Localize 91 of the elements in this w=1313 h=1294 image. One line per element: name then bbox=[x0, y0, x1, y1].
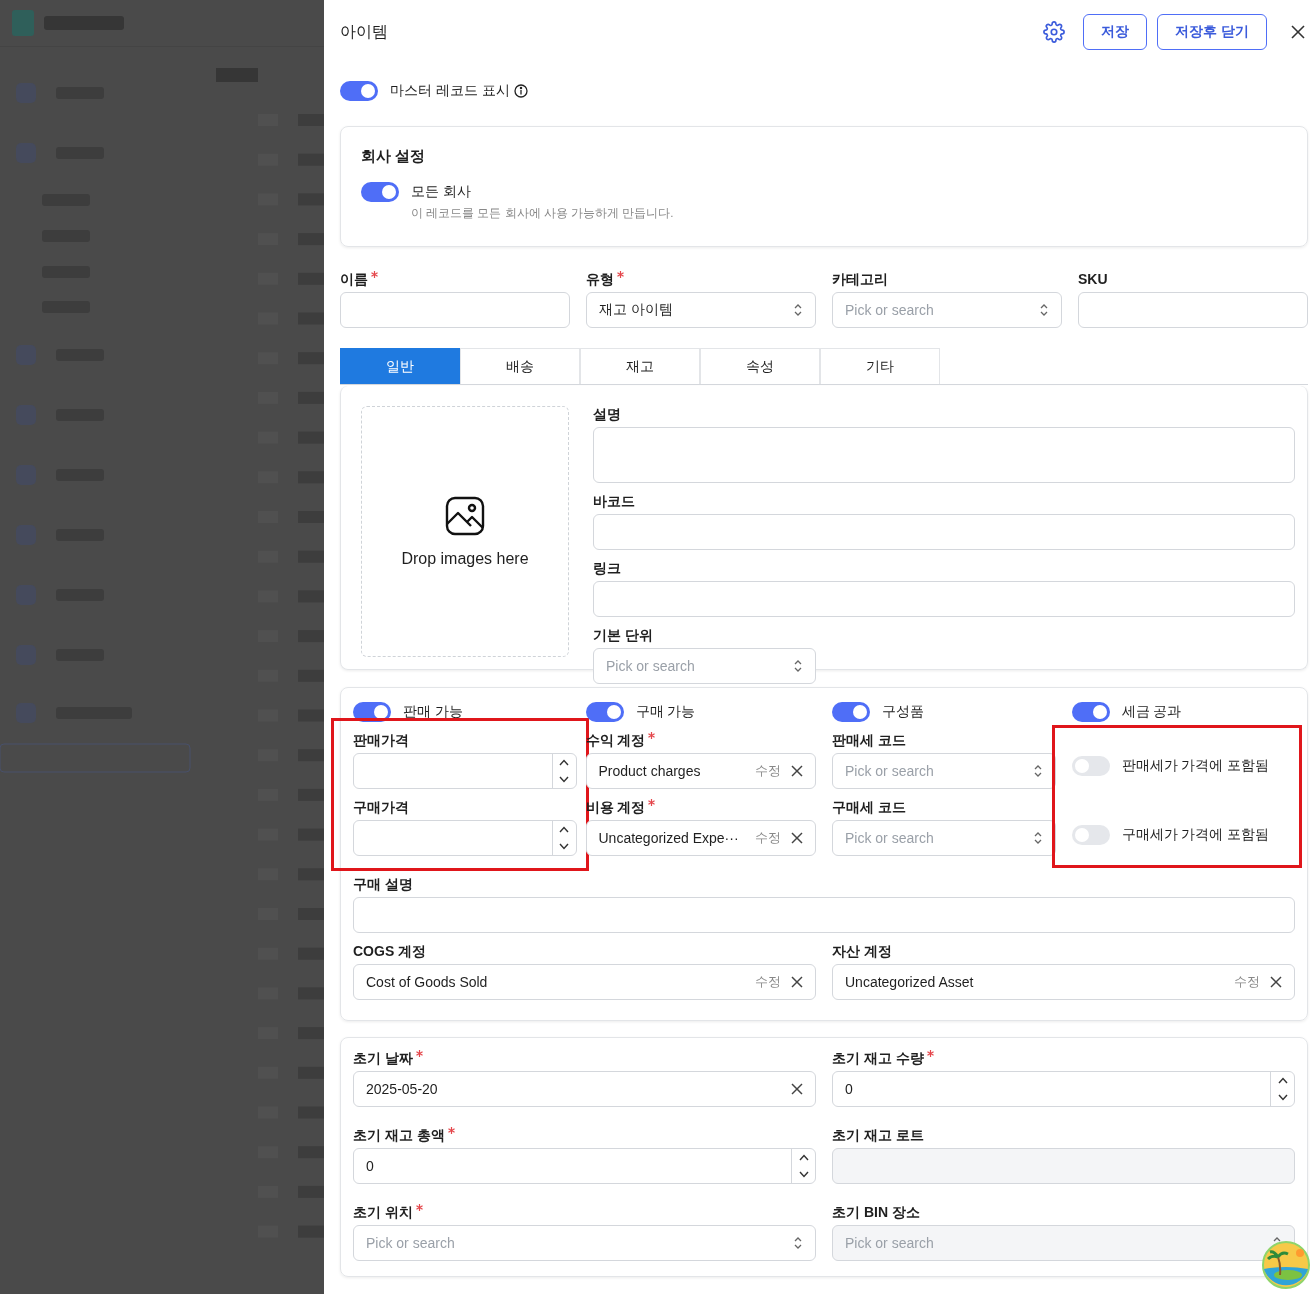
field-label: 기본 단위 bbox=[593, 627, 653, 645]
field-label: 초기 재고 총액 bbox=[353, 1127, 445, 1145]
account-field[interactable]: Uncategorized Asset 수정 bbox=[832, 964, 1295, 1000]
toggle-switch[interactable] bbox=[1071, 824, 1110, 845]
image-dropzone[interactable]: Drop images here bbox=[361, 406, 569, 657]
help-text: 이 레코드를 모든 회사에 사용 가능하게 만듭니다. bbox=[411, 206, 675, 221]
number-field[interactable]: 0 bbox=[832, 1071, 1295, 1107]
field-label: 설명 bbox=[593, 406, 621, 424]
tab[interactable]: 재고 bbox=[580, 348, 700, 384]
number-field[interactable] bbox=[353, 820, 577, 856]
toggle-label: 마스터 레코드 표시 bbox=[390, 82, 510, 100]
section-title: 회사 설정 bbox=[361, 147, 427, 166]
tab[interactable]: 속성 bbox=[700, 348, 820, 384]
edit-link[interactable]: 수정 bbox=[755, 829, 781, 847]
account-field[interactable]: Uncategorized Expe··· 수정 bbox=[585, 820, 816, 856]
edit-link[interactable]: 수정 bbox=[755, 973, 781, 991]
toggle-label: 판매세가 가격에 포함됨 bbox=[1121, 756, 1270, 775]
clear-icon[interactable] bbox=[791, 832, 803, 844]
text-field[interactable] bbox=[593, 514, 1295, 550]
field-label: 바코드 bbox=[593, 493, 635, 511]
tab[interactable]: 일반 bbox=[340, 348, 460, 384]
edit-link[interactable]: 수정 bbox=[755, 762, 781, 780]
toggle-switch[interactable] bbox=[832, 702, 870, 722]
edit-link[interactable]: 수정 bbox=[1234, 973, 1260, 991]
image-icon bbox=[445, 495, 485, 536]
close-icon[interactable] bbox=[1291, 25, 1305, 39]
updown-chevron-icon bbox=[1032, 764, 1043, 778]
number-field[interactable]: 0 bbox=[353, 1148, 816, 1184]
field-label: 판매세 코드 bbox=[832, 732, 906, 750]
clear-icon[interactable] bbox=[791, 976, 803, 988]
toggle-switch[interactable] bbox=[1071, 702, 1110, 722]
chevron-up-icon[interactable] bbox=[559, 826, 569, 833]
toggle-label: 구매세가 가격에 포함됨 bbox=[1121, 825, 1270, 844]
field-label: 초기 재고 로트 bbox=[832, 1127, 924, 1145]
text-field[interactable] bbox=[1078, 292, 1308, 328]
field-label: 초기 위치 bbox=[353, 1204, 413, 1222]
info-icon[interactable] bbox=[513, 84, 528, 98]
chevron-down-icon[interactable] bbox=[559, 843, 569, 850]
toggle-label: 판매 가능 bbox=[403, 703, 463, 721]
updown-chevron-icon bbox=[1032, 831, 1043, 845]
field-label: 구매 설명 bbox=[353, 876, 413, 894]
account-field[interactable]: Product charges 수정 bbox=[585, 753, 816, 789]
chevron-up-icon[interactable] bbox=[798, 1154, 809, 1161]
field-label: 유형 bbox=[586, 271, 614, 289]
text-field[interactable] bbox=[593, 581, 1295, 617]
toggle-switch[interactable] bbox=[340, 81, 378, 101]
tab[interactable]: 배송 bbox=[460, 348, 580, 384]
chevron-up-icon[interactable] bbox=[559, 759, 569, 766]
number-field[interactable] bbox=[353, 753, 577, 789]
updown-chevron-icon bbox=[793, 303, 803, 317]
chevron-down-icon[interactable] bbox=[1277, 1094, 1288, 1101]
chevron-down-icon[interactable] bbox=[798, 1171, 809, 1178]
updown-chevron-icon bbox=[1039, 303, 1049, 317]
dropzone-text: Drop images here bbox=[401, 549, 529, 568]
text-field[interactable] bbox=[353, 897, 1295, 933]
field-label: 초기 BIN 장소 bbox=[832, 1204, 920, 1222]
field-label: 구매가격 bbox=[353, 799, 409, 817]
toggle-label: 모든 회사 bbox=[411, 183, 471, 201]
chevron-up-icon[interactable] bbox=[1277, 1077, 1288, 1084]
clear-icon[interactable] bbox=[1270, 976, 1282, 988]
select-field[interactable]: 재고 아이템 bbox=[586, 292, 816, 328]
chevron-down-icon[interactable] bbox=[559, 776, 569, 783]
field-label: 판매가격 bbox=[353, 732, 409, 750]
toggle-label: 구성품 bbox=[882, 703, 924, 721]
updown-chevron-icon bbox=[793, 1236, 803, 1250]
toggle-switch[interactable] bbox=[1071, 755, 1110, 776]
clear-icon[interactable] bbox=[791, 765, 803, 777]
panel-title: 아이템 bbox=[340, 21, 389, 42]
toggle-switch[interactable] bbox=[585, 702, 624, 722]
updown-chevron-icon bbox=[793, 659, 803, 673]
text-field[interactable] bbox=[340, 292, 570, 328]
field-label: 구매세 코드 bbox=[832, 799, 906, 817]
field-label: 카테고리 bbox=[832, 271, 888, 289]
toggle-label: 세금 공과 bbox=[1121, 703, 1182, 721]
field-label: 초기 재고 수량 bbox=[832, 1050, 924, 1068]
settings-icon[interactable] bbox=[1043, 21, 1066, 43]
field-label: 링크 bbox=[593, 560, 621, 578]
save-button[interactable]: 저장후 닫기 bbox=[1157, 14, 1267, 50]
save-button[interactable]: 저장 bbox=[1083, 14, 1148, 50]
field-label: COGS 계정 bbox=[353, 943, 427, 961]
island-avatar-icon[interactable] bbox=[1262, 1241, 1310, 1289]
field-label: 자산 계정 bbox=[832, 943, 892, 961]
toggle-label: 구매 가능 bbox=[635, 703, 696, 721]
account-field[interactable]: Cost of Goods Sold 수정 bbox=[353, 964, 816, 1000]
toggle-switch[interactable] bbox=[361, 182, 399, 202]
field-label: SKU bbox=[1078, 271, 1108, 287]
tab[interactable]: 기타 bbox=[820, 348, 940, 384]
clear-icon[interactable] bbox=[791, 1083, 803, 1095]
field-label: 이름 bbox=[340, 271, 368, 289]
date-field[interactable]: 2025-05-20 bbox=[353, 1071, 816, 1107]
field-label: 초기 날짜 bbox=[353, 1050, 413, 1068]
